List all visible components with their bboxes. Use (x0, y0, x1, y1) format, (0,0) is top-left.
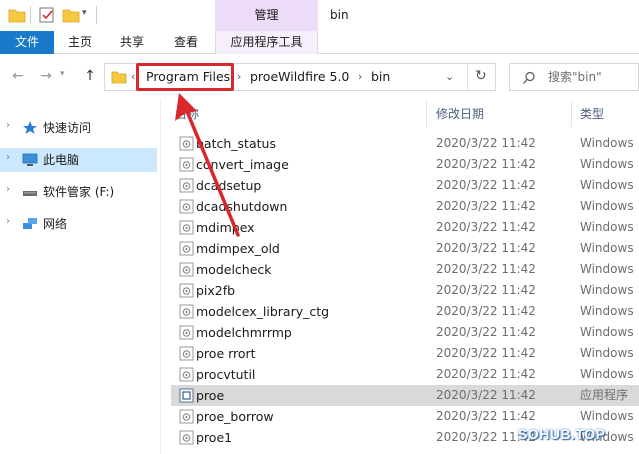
annotation-arrow (175, 93, 240, 237)
watermark: SOHUB.TOP (518, 426, 606, 442)
